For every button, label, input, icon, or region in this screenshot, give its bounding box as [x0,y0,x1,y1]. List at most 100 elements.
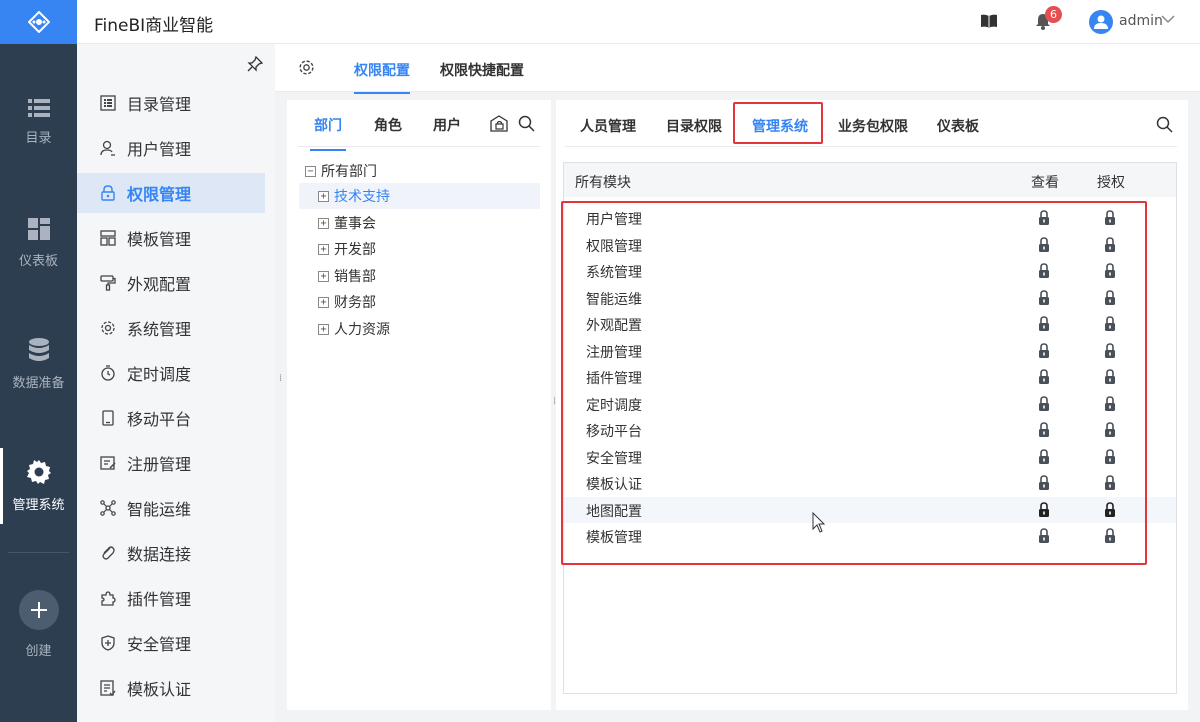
grant-lock-icon[interactable] [1104,369,1116,389]
grant-lock-icon[interactable] [1104,475,1116,495]
menu-item-permissions[interactable]: 权限管理 [77,173,265,213]
menu-item-registration[interactable]: 注册管理 [77,443,265,483]
menu-item-data-connection[interactable]: 数据连接 [77,533,265,573]
expand-icon[interactable]: + [318,323,329,335]
grant-lock-icon[interactable] [1104,422,1116,442]
menu-item-users[interactable]: 用户管理 [77,128,265,168]
tab-department[interactable]: 部门 [310,115,346,151]
avatar[interactable] [1089,10,1113,34]
menu-item-catalog[interactable]: 目录管理 [77,83,265,123]
grant-lock-icon[interactable] [1104,316,1116,336]
table-row[interactable]: 模板管理 [564,523,1176,550]
expand-icon[interactable]: + [318,190,329,202]
view-lock-icon[interactable] [1038,316,1050,336]
table-row[interactable]: 系统管理 [564,258,1176,285]
menu-item-system[interactable]: 系统管理 [77,308,265,348]
tree-node[interactable]: + 技术支持 [299,183,540,209]
collapse-icon[interactable]: − [305,165,316,177]
resize-handle[interactable]: ⁞ [279,374,282,384]
table-row[interactable]: 注册管理 [564,338,1176,365]
grant-lock-icon[interactable] [1104,395,1116,416]
view-lock-icon[interactable] [1038,263,1050,283]
chevron-down-icon[interactable] [1161,15,1175,24]
view-lock-icon[interactable] [1038,448,1050,469]
tab-permission-quick[interactable]: 权限快捷配置 [440,60,524,80]
table-row[interactable]: 地图配置 [564,496,1176,523]
tree-node[interactable]: + 人力资源 [318,316,390,342]
tree-node[interactable]: + 销售部 [318,263,376,289]
module-name: 权限管理 [586,238,642,255]
search-icon[interactable] [518,115,535,132]
expand-icon[interactable]: + [318,243,329,255]
logo[interactable] [0,0,77,44]
table-row[interactable]: 定时调度 [564,391,1176,418]
menu-item-plugins[interactable]: 插件管理 [77,578,265,618]
table-row[interactable]: 智能运维 [564,285,1176,312]
grant-lock-icon[interactable] [1104,528,1116,548]
view-lock-icon[interactable] [1038,236,1050,257]
menu-item-scheduler[interactable]: 定时调度 [77,353,265,393]
menu-item-security[interactable]: 安全管理 [77,623,265,663]
menu-item-mobile[interactable]: 移动平台 [77,398,265,438]
menu-item-certification[interactable]: 模板认证 [77,668,265,708]
grant-lock-icon[interactable] [1104,263,1116,283]
expand-icon[interactable]: + [318,296,329,308]
grant-lock-icon[interactable] [1104,448,1116,469]
rail-item-admin[interactable]: 管理系统 [0,436,77,536]
tab-role[interactable]: 角色 [374,115,402,135]
view-lock-icon[interactable] [1038,501,1050,522]
tree-root[interactable]: − 所有部门 [305,158,377,184]
expand-icon[interactable]: + [318,270,329,282]
tree-tabs: 部门 角色 用户 [298,100,540,151]
table-row[interactable]: 用户管理 [564,205,1176,232]
book-icon[interactable] [981,14,997,28]
table-row[interactable]: 移动平台 [564,417,1176,444]
tab-package-permission[interactable]: 业务包权限 [838,116,908,136]
tab-dashboard[interactable]: 仪表板 [937,116,979,136]
tab-personnel[interactable]: 人员管理 [580,116,636,136]
create-button[interactable]: 创建 [0,590,77,670]
expand-icon[interactable]: + [318,217,329,229]
tab-catalog-permission[interactable]: 目录权限 [666,116,722,136]
table-row[interactable]: 权限管理 [564,232,1176,259]
menu-item-templates[interactable]: 模板管理 [77,218,265,258]
view-lock-icon[interactable] [1038,528,1050,548]
view-lock-icon[interactable] [1038,475,1050,495]
pin-icon[interactable] [247,56,263,72]
settings-icon[interactable] [298,59,315,76]
module-name: 系统管理 [586,265,642,281]
tree-node[interactable]: + 董事会 [318,210,376,236]
template-icon [99,229,117,247]
table-row[interactable]: 外观配置 [564,311,1176,338]
table-row[interactable]: 插件管理 [564,364,1176,391]
grant-lock-icon[interactable] [1104,210,1116,230]
grant-lock-icon[interactable] [1104,236,1116,257]
lock-folder-icon[interactable] [490,115,509,132]
view-lock-icon[interactable] [1038,395,1050,416]
view-lock-icon[interactable] [1038,289,1050,310]
grant-lock-icon[interactable] [1104,289,1116,310]
rail-item-dashboard[interactable]: 仪表板 [0,193,77,293]
rail-item-catalog[interactable]: 目录 [0,72,77,172]
grant-lock-icon[interactable] [1104,501,1116,522]
tab-user[interactable]: 用户 [433,115,461,135]
menu-item-ops[interactable]: 智能运维 [77,488,265,528]
view-lock-icon[interactable] [1038,342,1050,363]
rail-item-label: 目录 [25,130,52,146]
tree-node[interactable]: + 开发部 [318,236,376,262]
view-lock-icon[interactable] [1038,210,1050,230]
grant-lock-icon[interactable] [1104,342,1116,363]
view-lock-icon[interactable] [1038,422,1050,442]
table-row[interactable]: 安全管理 [564,444,1176,471]
search-icon[interactable] [1156,116,1173,133]
view-lock-icon[interactable] [1038,369,1050,389]
rail-item-data-prep[interactable]: 数据准备 [0,314,77,414]
module-permission-table: 所有模块 查看 授权 用户管理 权限管理 系统管理 智能运维 外观配置 注册管理 插件管理定… [561,162,1177,694]
menu-item-appearance[interactable]: 外观配置 [77,263,265,303]
table-row[interactable]: 模板认证 [564,470,1176,497]
module-name: 模板认证 [586,477,642,493]
tab-permission-config[interactable]: 权限配置 [354,60,410,94]
menu-item-label: 模板认证 [127,680,192,699]
tree-node[interactable]: + 财务部 [318,289,376,315]
username[interactable]: admin [1119,13,1163,29]
